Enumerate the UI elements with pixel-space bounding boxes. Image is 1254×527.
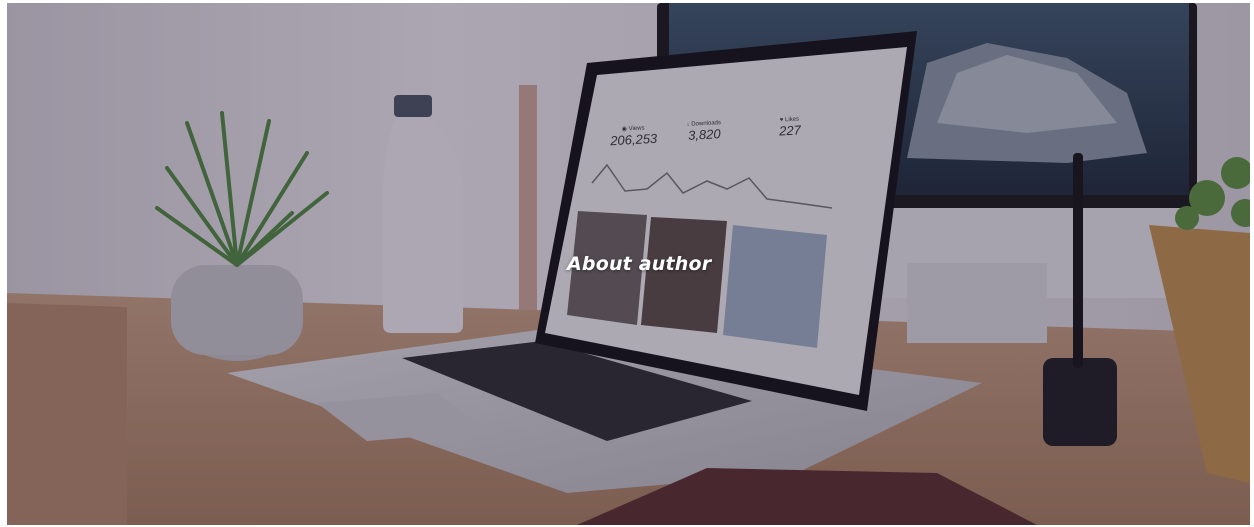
hero-banner: ◉ Views 206,253 ↓ Downloads 3,820 ♥ Like…: [7, 3, 1250, 525]
views-value: 206,253: [609, 130, 658, 149]
screen-stat-likes: ♥ Likes 227: [778, 116, 802, 139]
downloads-value: 3,820: [687, 126, 721, 143]
page-title: About author: [567, 253, 712, 275]
likes-value: 227: [778, 122, 802, 139]
screen-stat-downloads: ↓ Downloads 3,820: [686, 120, 721, 143]
screen-stat-views: ◉ Views 206,253: [609, 124, 658, 149]
